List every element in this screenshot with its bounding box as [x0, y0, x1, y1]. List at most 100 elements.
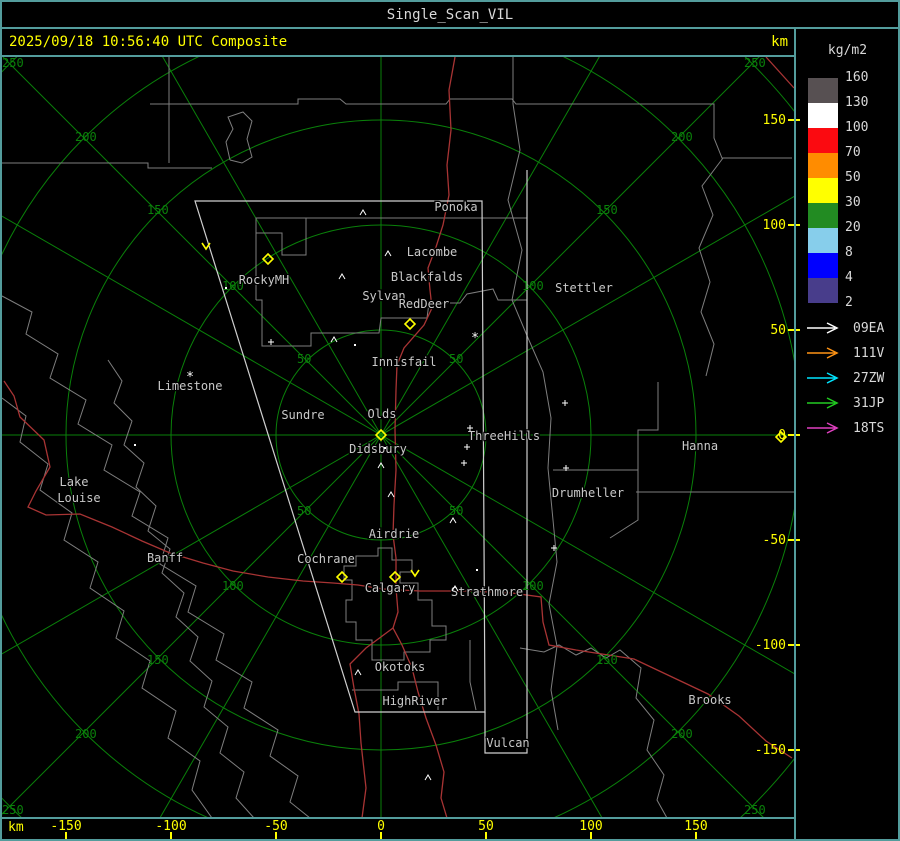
town-marker-plus-icon [464, 444, 470, 450]
scale-color-swatch-2 [808, 128, 838, 153]
city-label-strathmore: Strathmore [451, 585, 523, 599]
town-marker-plus-icon [461, 460, 467, 466]
scale-color-swatch-5 [808, 203, 838, 228]
ring-distance-label: 200 [671, 727, 693, 741]
city-label-didsbury: Didsbury [349, 442, 407, 456]
radar-app-window: 50 50 50 50 100 100 100 100 150 150 150 150 200 200 20… [0, 0, 900, 841]
town-marker-plus-icon [268, 339, 274, 345]
scan-timestamp: 2025/09/18 10:56:40 UTC Composite [9, 34, 288, 50]
track-arrow-icon [807, 322, 839, 334]
svg-text:*: * [186, 370, 194, 385]
scale-color-swatch-7 [808, 253, 838, 278]
scale-color-swatch-4 [808, 178, 838, 203]
city-label-cochrane: Cochrane [297, 552, 355, 566]
city-label-hanna: Hanna [682, 439, 718, 453]
ring-distance-label: 150 [147, 203, 169, 217]
town-marker-star-icon: * [471, 331, 479, 346]
scale-value-label: 2 [845, 295, 853, 310]
city-label-ponoka: Ponoka [434, 200, 477, 214]
town-marker-caret-icon [384, 250, 392, 257]
city-label-sundre: Sundre [281, 408, 324, 422]
scale-value-label: 130 [845, 95, 869, 110]
scale-color-swatch-3 [808, 153, 838, 178]
ring-distance-label: 250 [2, 803, 24, 817]
city-label-innisfail: Innisfail [371, 355, 436, 369]
ring-distance-label: 200 [75, 130, 97, 144]
right-axis-label: -50 [763, 533, 786, 548]
town-marker-plus-icon [562, 400, 568, 406]
city-label-lake: Lake [60, 475, 89, 489]
town-marker-caret-icon [449, 517, 457, 524]
scale-value-label: 20 [845, 220, 861, 235]
right-axis-label: -150 [755, 743, 786, 758]
town-marker-caret-icon [359, 209, 367, 216]
city-label-airdrie: Airdrie [369, 527, 420, 541]
town-marker-caret-icon [354, 669, 362, 676]
track-id-label: 18TS [853, 420, 885, 436]
city-label-threehills: ThreeHills [468, 429, 540, 443]
city-label-highriver: HighRiver [382, 694, 447, 708]
scale-value-label: 8 [845, 245, 853, 260]
bottom-axis-label: 100 [579, 819, 602, 834]
ring-distance-label: 50 [449, 504, 463, 518]
bottom-axis-label: -50 [264, 819, 287, 834]
city-label-olds: Olds [368, 407, 397, 421]
city-label-stettler: Stettler [555, 281, 613, 295]
scale-value-label: 30 [845, 195, 861, 210]
city-label-reddeer: RedDeer [399, 297, 450, 311]
track-legend-row-09EA: 09EA [805, 320, 884, 336]
right-axis-label: 0 [778, 428, 786, 443]
window-title: Single_Scan_VIL [386, 6, 514, 23]
ring-distance-label: 150 [147, 653, 169, 667]
city-label-louise: Louise [57, 491, 100, 505]
ring-distance-label: 200 [671, 130, 693, 144]
svg-text:*: * [471, 331, 479, 346]
city-label-lacombe: Lacombe [407, 245, 458, 259]
town-marker-dot-icon [225, 287, 227, 289]
town-marker-dot-icon [354, 344, 356, 346]
radar-map[interactable]: 50 5050 50100 100100 100150 150150 150200 20020… [0, 0, 900, 841]
right-axis-label: 50 [770, 323, 786, 338]
color-scale [808, 78, 838, 303]
town-marker-dot-icon [384, 447, 386, 449]
right-axis-label: 100 [763, 218, 786, 233]
scale-value-label: 4 [845, 270, 853, 285]
radar-site-diamond-icon [403, 317, 417, 331]
town-marker-caret-icon [387, 491, 395, 498]
bottom-axis-label: -150 [50, 819, 81, 834]
ring-distance-label: 150 [596, 653, 618, 667]
track-arrow-icon [807, 397, 839, 409]
town-marker-caret-icon [424, 774, 432, 781]
ring-distance-label: 250 [744, 56, 766, 70]
ring-distance-label: 50 [297, 504, 311, 518]
ring-distance-label: 100 [222, 579, 244, 593]
legend-panel: kg/m2 160 130 100 70 50 30 20 8 4 2 09EA 111V 27ZW 3… [797, 29, 898, 839]
scale-value-label: 160 [845, 70, 869, 85]
track-legend-row-18TS: 18TS [805, 420, 884, 436]
track-legend-row-111V: 111V [805, 345, 884, 361]
right-axis-label: -100 [755, 638, 786, 653]
track-legend-row-31JP: 31JP [805, 395, 884, 411]
bottom-axis-label: 150 [684, 819, 707, 834]
ring-distance-label: 250 [2, 56, 24, 70]
bottom-axis-unit-label: km [8, 820, 24, 835]
map-labels: 50 50 50 50 100 100 100 100 150 150 150 150 200 200 20… [2, 56, 788, 817]
city-label-calgary: Calgary [365, 581, 416, 595]
town-marker-star-icon: * [186, 370, 194, 385]
scale-color-swatch-0 [808, 78, 838, 103]
scale-value-label: 70 [845, 145, 861, 160]
track-arrow-icon [807, 372, 839, 384]
ring-distance-label: 50 [297, 352, 311, 366]
city-label-banff: Banff [147, 551, 183, 565]
track-id-label: 27ZW [853, 370, 885, 386]
scale-color-swatch-8 [808, 278, 838, 303]
storm-cell-chevron-icon [410, 569, 420, 578]
ring-distance-label: 200 [75, 727, 97, 741]
header-bar: 2025/09/18 10:56:40 UTC Composite km [2, 29, 795, 55]
scale-value-label: 100 [845, 120, 869, 135]
city-label-brooks: Brooks [688, 693, 731, 707]
storm-cell-chevron-icon [201, 242, 211, 251]
right-axis-label: 150 [763, 113, 786, 128]
ring-distance-label: 150 [596, 203, 618, 217]
track-id-label: 31JP [853, 395, 885, 411]
